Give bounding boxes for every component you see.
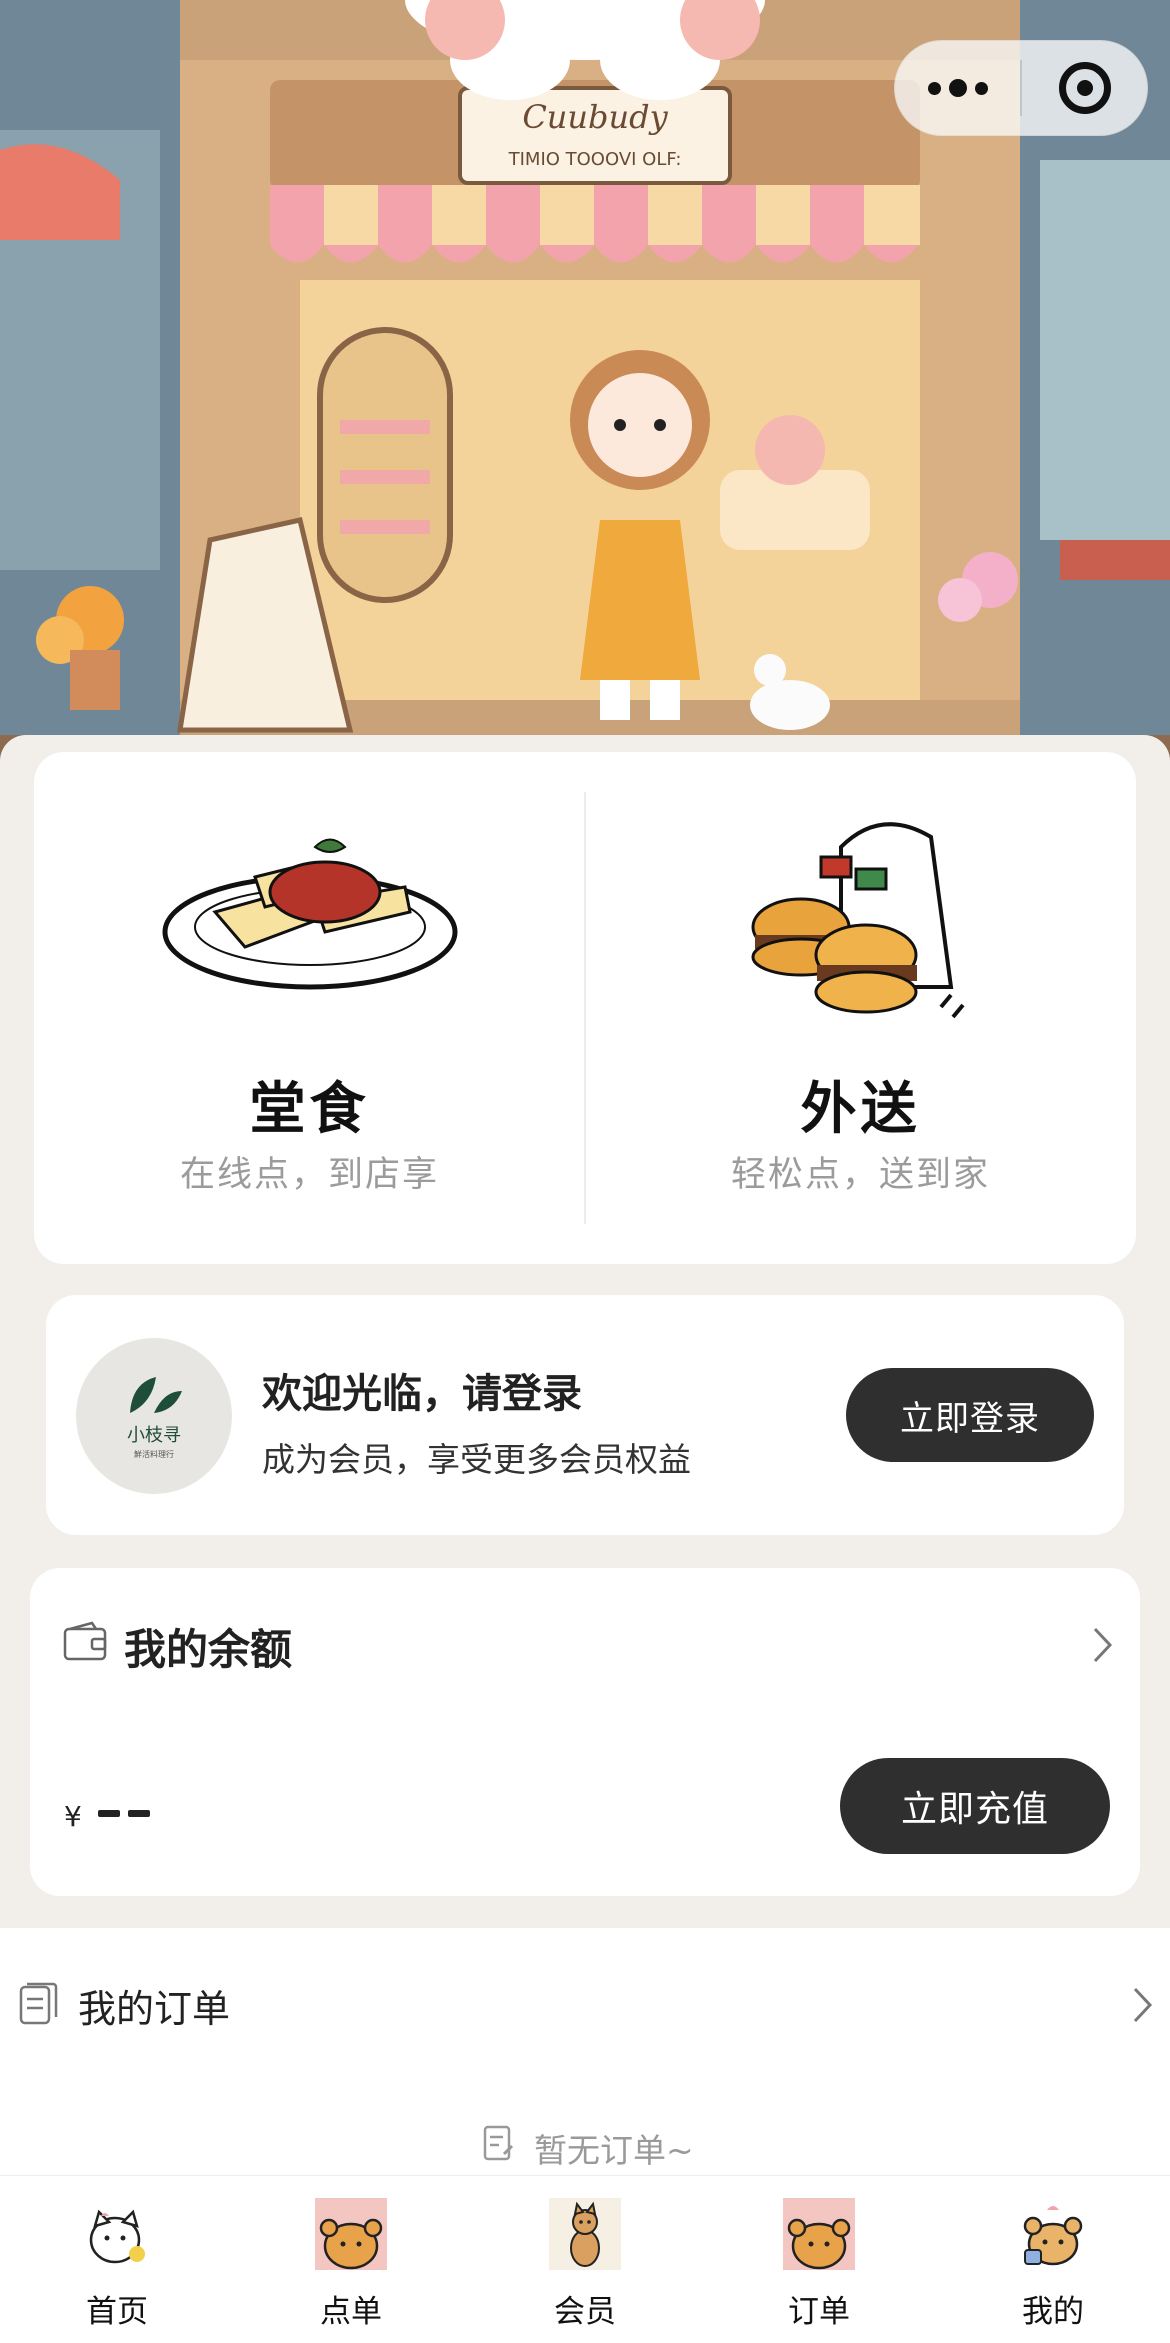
close-mini-program-button[interactable] — [1022, 41, 1147, 135]
brand-logo-tagline: 鮮活料理行 — [134, 1449, 174, 1459]
chevron-right-icon[interactable] — [1132, 1986, 1154, 2024]
tab-member[interactable]: 会员 — [468, 2176, 702, 2343]
tab-orders-label: 订单 — [788, 2294, 850, 2330]
mini-program-capsule — [894, 40, 1148, 136]
login-title: 欢迎光临，请登录 — [262, 1371, 582, 1417]
app-page: Cuubudy TIMIO TOOOVI OLF: 堂食 在线点，到店享 外送 … — [0, 0, 1170, 2343]
my-orders-section: 我的订单 暂无订单~ — [0, 1928, 1170, 2178]
login-button[interactable]: 立即登录 — [846, 1368, 1094, 1462]
empty-orders-text: 暂无订单~ — [534, 2131, 694, 2170]
amount-placeholder-dash — [128, 1810, 150, 1817]
leaf-logo-icon — [130, 1376, 182, 1413]
bottom-tab-bar: 首页 点单 会员 订单 我的 — [0, 2175, 1170, 2343]
burger-bag-icon — [751, 822, 965, 1019]
tab-order[interactable]: 点单 — [234, 2176, 468, 2343]
tab-profile[interactable]: 我的 — [936, 2176, 1170, 2343]
dine-in-option[interactable]: 堂食 在线点，到店享 — [34, 752, 585, 1264]
login-card: 小枝寻 鮮活料理行 欢迎光临，请登录 成为会员，享受更多会员权益 立即登录 — [46, 1295, 1124, 1535]
recharge-button[interactable]: 立即充值 — [840, 1758, 1110, 1854]
shop-sign-title: Cuubudy — [522, 98, 668, 136]
more-dots-icon — [927, 79, 988, 97]
tab-home-label: 首页 — [86, 2294, 148, 2330]
wallet-icon — [63, 1621, 107, 1661]
dine-in-title: 堂食 — [249, 1077, 370, 1142]
bear-profile-icon — [1023, 2206, 1083, 2266]
brand-logo: 小枝寻 鮮活料理行 — [76, 1338, 232, 1494]
tab-home[interactable]: 首页 — [0, 2176, 234, 2343]
balance-title: 我的余额 — [124, 1625, 293, 1674]
dine-in-subtitle: 在线点，到店享 — [179, 1155, 439, 1195]
tab-member-label: 会员 — [554, 2294, 616, 2330]
tab-orders[interactable]: 订单 — [702, 2176, 936, 2343]
delivery-subtitle: 轻松点，送到家 — [730, 1155, 990, 1195]
cat-home-icon — [89, 2209, 145, 2264]
tab-order-label: 点单 — [320, 2294, 382, 2330]
delivery-option[interactable]: 外送 轻松点，送到家 — [585, 752, 1136, 1264]
order-list-icon — [19, 1982, 58, 2025]
balance-card[interactable]: 我的余额 ¥ 立即充值 — [30, 1568, 1140, 1896]
pasta-plate-icon — [162, 838, 457, 990]
hero-banner: Cuubudy TIMIO TOOOVI OLF: — [0, 0, 1170, 760]
currency-symbol: ¥ — [64, 1800, 82, 1833]
bear-order-icon — [315, 2198, 387, 2270]
login-subtitle: 成为会员，享受更多会员权益 — [262, 1440, 691, 1479]
tab-profile-label: 我的 — [1022, 2294, 1084, 2330]
chevron-right-icon — [1093, 1627, 1113, 1663]
empty-order-icon — [483, 2125, 514, 2161]
my-orders-title[interactable]: 我的订单 — [78, 1978, 230, 2033]
more-button[interactable] — [895, 41, 1020, 135]
target-close-icon — [1058, 62, 1111, 114]
brand-logo-text: 小枝寻 — [127, 1424, 181, 1446]
shop-sign-subtitle: TIMIO TOOOVI OLF: — [508, 149, 682, 170]
mode-divider — [584, 792, 586, 1224]
bear-orders-icon — [783, 2198, 855, 2270]
dog-member-icon — [549, 2198, 621, 2270]
delivery-title: 外送 — [800, 1077, 921, 1142]
amount-placeholder-dash — [98, 1810, 120, 1817]
